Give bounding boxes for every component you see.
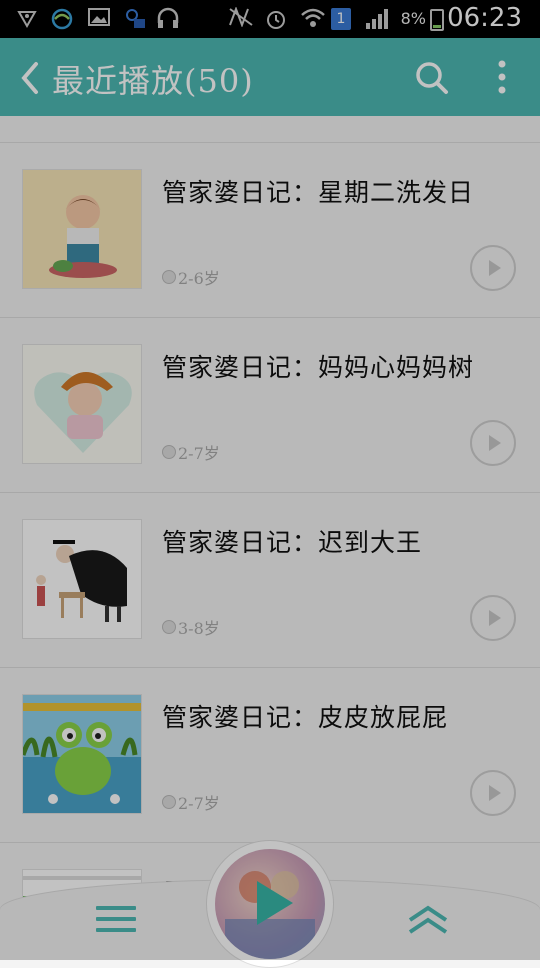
- age-text: 2-7岁: [178, 444, 220, 463]
- menu-button[interactable]: [96, 906, 136, 936]
- chevron-left-icon: [21, 62, 38, 94]
- age-text: 3-8岁: [178, 619, 220, 638]
- scroll-top-button[interactable]: [406, 900, 450, 940]
- more-vertical-icon: [498, 60, 506, 94]
- double-chevron-up-icon: [408, 905, 448, 934]
- signal-icon: [364, 7, 392, 34]
- age-text: 2-7岁: [178, 794, 220, 813]
- item-thumbnail: [22, 344, 142, 464]
- item-thumbnail: [22, 519, 142, 639]
- status-bar: 1 8% 06:23: [0, 0, 540, 38]
- clock: 06:23: [447, 3, 522, 33]
- alarm-icon: [264, 7, 288, 36]
- age-icon: [162, 795, 176, 809]
- sim-badge: 1: [331, 8, 351, 30]
- play-icon: [257, 881, 293, 925]
- contacts-icon: [122, 7, 146, 36]
- now-playing-button[interactable]: [206, 840, 334, 968]
- menu-icon: [96, 906, 136, 932]
- play-button[interactable]: [470, 770, 516, 816]
- item-title: 管家婆日记：迟到大王: [162, 528, 423, 557]
- more-button[interactable]: [490, 58, 514, 98]
- play-button[interactable]: [470, 245, 516, 291]
- list-item[interactable]: 管家婆日记：妈妈心妈妈树 2-7岁: [0, 318, 540, 493]
- age-icon: [162, 620, 176, 634]
- list-item[interactable]: 管家婆日记：星期二洗发日 2-6岁: [0, 143, 540, 318]
- age-range: 2-6岁: [162, 265, 220, 288]
- item-title: 管家婆日记：妈妈心妈妈树: [162, 353, 475, 382]
- age-icon: [162, 445, 176, 459]
- wifi-icon: [300, 7, 326, 34]
- headphones-icon: [156, 7, 180, 34]
- list-item[interactable]: 管家婆日记：皮皮放屁屁 2-7岁: [0, 668, 540, 843]
- battery-percent: 8%: [400, 9, 426, 28]
- item-title: 管家婆日记：星期二洗发日: [162, 178, 475, 207]
- age-range: 2-7岁: [162, 440, 220, 463]
- search-button[interactable]: [414, 60, 450, 96]
- play-button[interactable]: [470, 420, 516, 466]
- list-spacer: [0, 116, 540, 143]
- page-title: 最近播放(50): [52, 62, 254, 100]
- china-mobile-icon: [50, 7, 74, 36]
- item-thumbnail: [22, 694, 142, 814]
- age-range: 2-7岁: [162, 790, 220, 813]
- item-title: 管家婆日记：皮皮放屁屁: [162, 703, 449, 732]
- item-thumbnail: [22, 169, 142, 289]
- list-item[interactable]: 管家婆日记：迟到大王 3-8岁: [0, 493, 540, 668]
- age-range: 3-8岁: [162, 615, 220, 638]
- heart-shield-icon: [16, 7, 38, 34]
- battery-icon: [430, 9, 444, 31]
- nfc-icon: [228, 6, 254, 32]
- image-icon: [88, 7, 110, 32]
- age-icon: [162, 270, 176, 284]
- age-text: 2-6岁: [178, 269, 220, 288]
- search-icon: [416, 62, 448, 94]
- app-header: 最近播放(50): [0, 38, 540, 116]
- play-button[interactable]: [470, 595, 516, 641]
- recent-play-list: 管家婆日记：星期二洗发日 2-6岁 管家婆日记：妈妈心妈妈树 2-7岁 管家婆日…: [0, 116, 540, 963]
